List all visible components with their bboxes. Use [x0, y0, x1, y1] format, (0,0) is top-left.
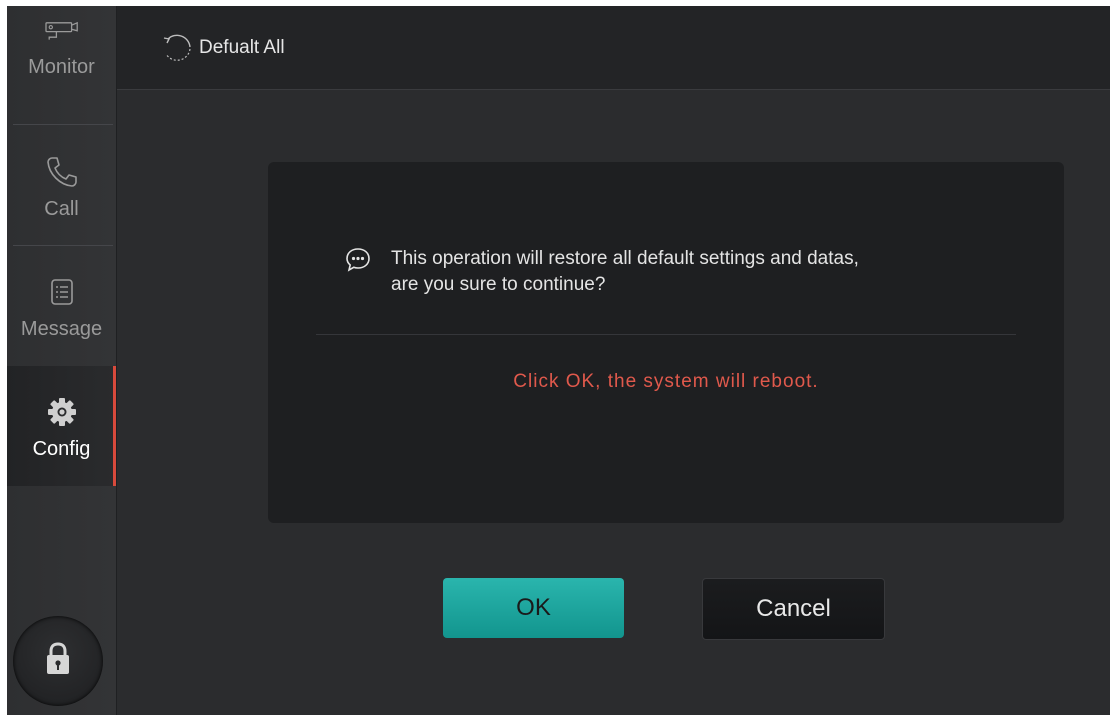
- lock-button[interactable]: [13, 616, 103, 706]
- cancel-button[interactable]: Cancel: [702, 578, 885, 640]
- confirm-dialog: This operation will restore all default …: [268, 162, 1064, 523]
- divider: [13, 124, 113, 125]
- sidebar-item-label: Config: [32, 437, 91, 460]
- sidebar-item-label: Call: [44, 197, 79, 220]
- dialog-divider: [316, 334, 1016, 335]
- sidebar-item-config[interactable]: Config: [7, 366, 116, 486]
- phone-icon: [42, 152, 82, 192]
- restore-icon: [157, 28, 197, 68]
- ok-button[interactable]: OK: [443, 578, 624, 638]
- lock-icon: [43, 641, 73, 682]
- dialog-message-line1: This operation will restore all default …: [391, 248, 859, 269]
- dialog-message: This operation will restore all default …: [344, 246, 859, 298]
- sidebar-item-label: Monitor: [28, 55, 95, 78]
- gear-icon: [42, 392, 82, 432]
- sidebar-item-call[interactable]: Call: [7, 126, 116, 246]
- sidebar-item-monitor[interactable]: Monitor: [7, 6, 116, 106]
- message-list-icon: [42, 272, 82, 312]
- sidebar: Monitor Call Message Config: [7, 6, 117, 715]
- sidebar-item-label: Message: [20, 317, 103, 340]
- page-header: Defualt All: [117, 6, 1110, 90]
- page-title: Defualt All: [199, 36, 285, 58]
- chat-bubble-icon: [344, 246, 372, 274]
- sidebar-item-message[interactable]: Message: [7, 246, 116, 366]
- camera-icon: [42, 14, 82, 54]
- app-window: Monitor Call Message Config Defualt All …: [7, 6, 1110, 715]
- dialog-message-line2: are you sure to continue?: [391, 274, 606, 295]
- reboot-warning: Click OK, the system will reboot.: [513, 371, 819, 392]
